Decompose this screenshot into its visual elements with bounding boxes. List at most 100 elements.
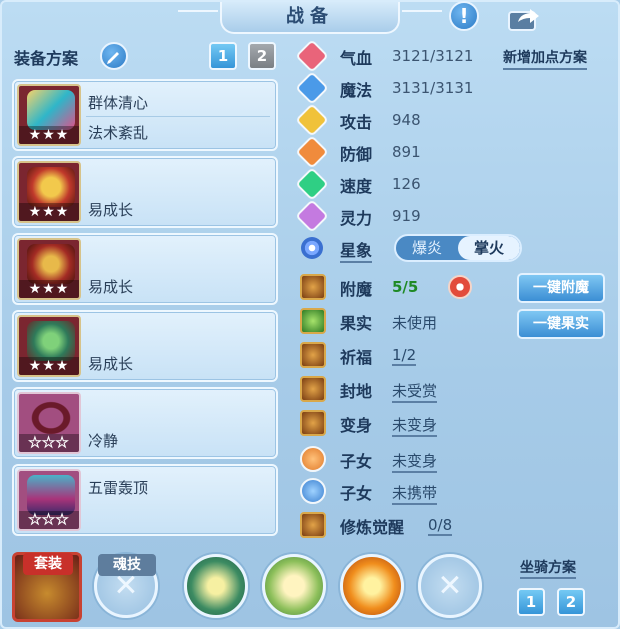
speed-icon bbox=[295, 167, 329, 201]
enchant-icon bbox=[300, 274, 326, 300]
helmet-icon bbox=[27, 167, 75, 207]
skill-orb-2[interactable] bbox=[262, 554, 326, 618]
feature-name: 子女 bbox=[340, 484, 373, 503]
feature-value[interactable]: 未携带 bbox=[392, 482, 438, 505]
star-sign-icon bbox=[301, 237, 323, 259]
plan-tab-1[interactable]: 1 bbox=[209, 42, 237, 70]
blessing-icon bbox=[300, 342, 326, 368]
enchant-all-button[interactable]: 一键附魔 bbox=[517, 273, 605, 303]
skill-orb-empty[interactable]: ✕ bbox=[418, 554, 482, 618]
edit-plan-icon[interactable] bbox=[100, 42, 128, 70]
belt-icon bbox=[27, 398, 75, 438]
fruit-icon bbox=[300, 308, 326, 334]
feature-value[interactable]: 1/2 bbox=[392, 346, 417, 366]
feature-row-child-2: 子女 未携带 bbox=[298, 476, 508, 506]
attr-value: 948 bbox=[392, 111, 421, 129]
attr-row-spirit: 灵力 919 bbox=[295, 199, 508, 233]
attr-name: 魔法 bbox=[340, 81, 373, 100]
armor-thumbnail: ★★★ bbox=[17, 238, 81, 300]
empty-slot-icon: ✕ bbox=[437, 568, 463, 604]
feature-value[interactable]: 未变身 bbox=[392, 450, 438, 473]
attr-row-speed: 速度 126 bbox=[295, 167, 508, 201]
star-rating: ★★★ bbox=[19, 126, 79, 144]
suit-slot[interactable]: 套装 bbox=[12, 552, 82, 622]
feature-row-cultivation: 修炼觉醒 0/8 bbox=[298, 510, 508, 540]
fief-icon bbox=[300, 376, 326, 402]
clock-icon[interactable] bbox=[448, 275, 472, 299]
equipment-slot-4[interactable]: ★★★ 易成长 bbox=[12, 310, 278, 382]
attr-name: 灵力 bbox=[340, 209, 373, 228]
weapon-thumbnail: ★★★ bbox=[17, 84, 81, 146]
effect-line: 法术紊乱 bbox=[88, 124, 149, 142]
mount-plan-label[interactable]: 坐骑方案 bbox=[520, 557, 576, 579]
sword-icon bbox=[295, 103, 329, 137]
attr-row-hp: 气血 3121/3121 bbox=[295, 39, 508, 73]
skill-orb-1[interactable] bbox=[184, 554, 248, 618]
add-points-plan-link[interactable]: 新增加点方案 bbox=[503, 47, 587, 70]
fruit-all-button[interactable]: 一键果实 bbox=[517, 309, 605, 339]
attr-name: 攻击 bbox=[340, 113, 373, 132]
toggle-option-left[interactable]: 爆炎 bbox=[396, 236, 458, 260]
panel-title: 战备 bbox=[178, 2, 442, 34]
child-icon bbox=[300, 446, 326, 472]
skill-orb-3[interactable] bbox=[340, 554, 404, 618]
toggle-option-right[interactable]: 掌火 bbox=[458, 236, 520, 260]
heart-icon bbox=[295, 39, 329, 73]
feature-value[interactable]: 0/8 bbox=[428, 516, 453, 536]
attr-row-mp: 魔法 3131/3131 bbox=[295, 71, 508, 105]
attr-row-attack: 攻击 948 bbox=[295, 103, 508, 137]
attr-name: 防御 bbox=[340, 145, 373, 164]
attr-row-defense: 防御 891 bbox=[295, 135, 508, 169]
mana-icon bbox=[295, 71, 329, 105]
share-icon[interactable] bbox=[506, 4, 542, 32]
feature-row-child-1: 子女 未变身 bbox=[298, 444, 508, 474]
feature-name: 祈福 bbox=[340, 348, 373, 367]
soul-skill-label: 魂技 bbox=[98, 554, 156, 576]
attr-value: 126 bbox=[392, 175, 421, 193]
mount-tab-2[interactable]: 2 bbox=[557, 588, 585, 616]
cultivation-icon bbox=[300, 512, 326, 538]
attr-value: 891 bbox=[392, 143, 421, 161]
spirit-icon bbox=[295, 199, 329, 233]
feature-name: 封地 bbox=[340, 382, 373, 401]
effect-line: 群体清心 bbox=[88, 94, 149, 112]
attr-value: 919 bbox=[392, 207, 421, 225]
star-sign-toggle[interactable]: 爆炎 掌火 bbox=[394, 234, 522, 262]
mount-tab-1[interactable]: 1 bbox=[517, 588, 545, 616]
attr-value: 3121/3121 bbox=[392, 47, 474, 65]
plan-tab-2[interactable]: 2 bbox=[248, 42, 276, 70]
feature-value[interactable]: 未受赏 bbox=[392, 380, 438, 403]
feature-name: 修炼觉醒 bbox=[340, 518, 405, 537]
equipment-slot-6[interactable]: ★★★ 五雷轰顶 bbox=[12, 464, 278, 536]
star-sign-label[interactable]: 星象 bbox=[340, 237, 373, 263]
suit-label: 套装 bbox=[23, 553, 73, 575]
feature-name: 子女 bbox=[340, 452, 373, 471]
star-rating: ★★★ bbox=[19, 434, 79, 452]
star-rating: ★★★ bbox=[19, 280, 79, 298]
exclamation-icon: ! bbox=[459, 4, 469, 28]
shield-icon bbox=[295, 135, 329, 169]
feature-value[interactable]: 未变身 bbox=[392, 414, 438, 437]
help-button[interactable]: ! bbox=[449, 1, 479, 31]
attr-value: 3131/3131 bbox=[392, 79, 474, 97]
transform-icon bbox=[300, 410, 326, 436]
slot-divider bbox=[86, 116, 270, 117]
star-sign-row: 星象 爆炎 掌火 bbox=[298, 233, 538, 263]
star-rating: ★★★ bbox=[19, 357, 79, 375]
equipment-slot-1[interactable]: ★★★ 群体清心 法术紊乱 bbox=[12, 79, 278, 151]
equipment-slot-2[interactable]: ★★★ 易成长 bbox=[12, 156, 278, 228]
bottom-bar: 套装 ✕ 魂技 ✕ 坐骑方案 1 2 bbox=[2, 540, 616, 626]
boots-thumbnail: ★★★ bbox=[17, 469, 81, 531]
equipment-slot-3[interactable]: ★★★ 易成长 bbox=[12, 233, 278, 305]
feature-value: 未使用 bbox=[392, 314, 438, 332]
feature-row-fief: 封地 未受赏 bbox=[298, 374, 508, 404]
paw-icon bbox=[300, 478, 326, 504]
armor-icon bbox=[27, 244, 75, 284]
fan-icon bbox=[27, 90, 75, 130]
feature-name: 变身 bbox=[340, 416, 373, 435]
feature-row-transform: 变身 未变身 bbox=[298, 408, 508, 438]
equipment-slot-5[interactable]: ★★★ 冷静 bbox=[12, 387, 278, 459]
equip-plan-label: 装备方案 bbox=[14, 49, 79, 68]
boots-icon bbox=[27, 475, 75, 515]
feature-name: 附魔 bbox=[340, 280, 373, 299]
